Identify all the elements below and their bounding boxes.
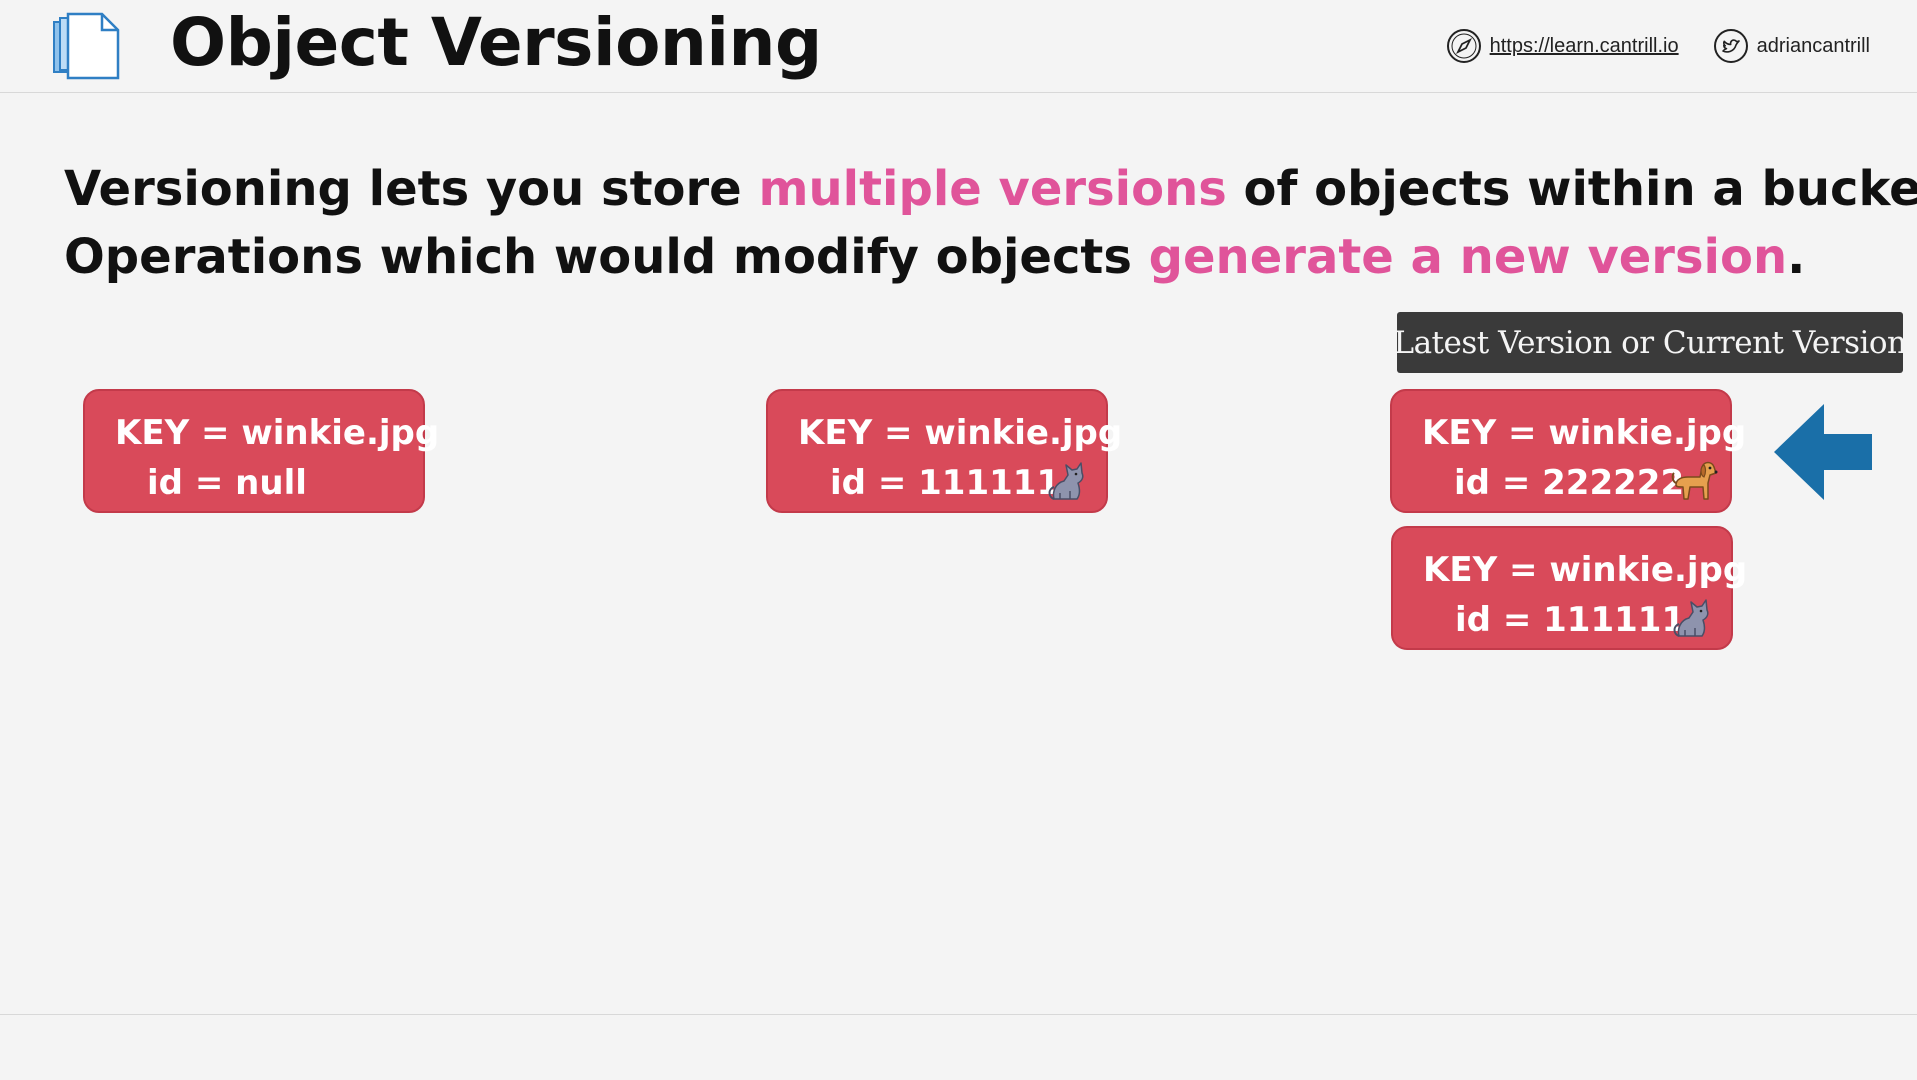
statement-text-part: Versioning lets you store [64, 161, 759, 217]
cat-icon [1673, 599, 1709, 637]
highlight-generate-new-version: generate a new version [1148, 229, 1788, 285]
page-title: Object Versioning [170, 4, 822, 81]
highlight-multiple-versions: multiple versions [758, 161, 1227, 217]
statement-line-2: Operations which would modify objects ge… [64, 223, 1917, 291]
dog-icon [1671, 461, 1718, 500]
cat-icon [1048, 462, 1084, 500]
twitter-link[interactable]: adriancantrill [1713, 28, 1870, 64]
object-version-null: KEY = winkie.jpg id = null [83, 389, 439, 513]
header-links: https://learn.cantrill.io adriancantrill [1446, 28, 1870, 64]
object-key: KEY = winkie.jpg [1423, 550, 1748, 590]
statement-text-part: . [1787, 229, 1806, 285]
website-link[interactable]: https://learn.cantrill.io [1446, 28, 1679, 64]
slide: Object Versioning https://learn.cantrill… [0, 0, 1917, 1080]
statement-text-part: of objects within a bucket. [1226, 161, 1917, 217]
twitter-link-text[interactable]: adriancantrill [1757, 35, 1870, 58]
arrow-left-icon [1774, 404, 1872, 500]
object-id: id = 222222 [1454, 463, 1685, 503]
object-version-111111: KEY = winkie.jpg id = 111111 [766, 389, 1122, 513]
header-bar: Object Versioning https://learn.cantrill… [0, 0, 1917, 93]
object-id: id = null [147, 463, 307, 503]
statement-text-part: Operations which would modify objects [64, 229, 1149, 285]
object-id: id = 111111 [830, 463, 1061, 503]
object-version-222222: KEY = winkie.jpg id = 222222 [1390, 389, 1746, 513]
statement-line-1: Versioning lets you store multiple versi… [64, 155, 1917, 223]
object-id: id = 111111 [1455, 600, 1686, 640]
twitter-icon [1713, 29, 1748, 63]
document-stack-icon [53, 12, 120, 80]
object-key: KEY = winkie.jpg [1422, 413, 1747, 453]
compass-icon [1446, 29, 1481, 63]
statement-text: Versioning lets you store multiple versi… [64, 155, 1917, 291]
object-key: KEY = winkie.jpg [798, 413, 1123, 453]
latest-version-label: Latest Version or Current Version [1393, 312, 1907, 373]
object-key: KEY = winkie.jpg [115, 413, 440, 453]
object-version-111111-previous: KEY = winkie.jpg id = 111111 [1391, 526, 1747, 650]
website-link-text[interactable]: https://learn.cantrill.io [1490, 35, 1679, 58]
footer-divider [0, 1014, 1917, 1015]
